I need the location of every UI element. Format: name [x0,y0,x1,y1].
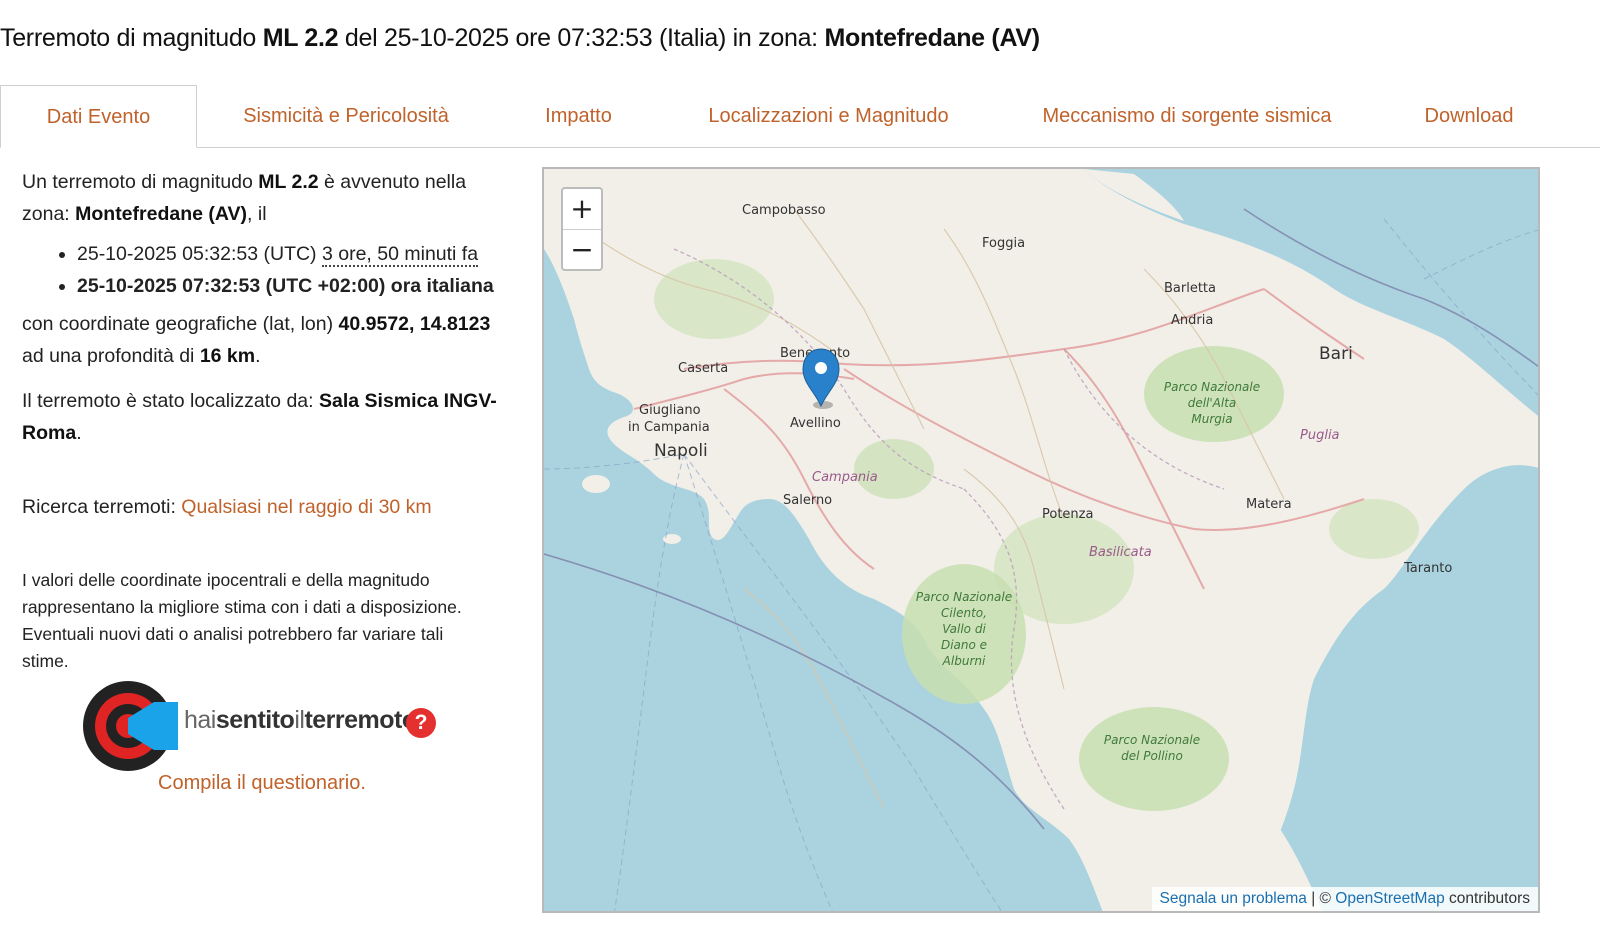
event-located-by: Il terremoto è stato localizzato da: Sal… [22,390,497,444]
label-campania: Campania [812,470,878,485]
hsit-logo-icon [83,681,178,771]
label-caserta: Caserta [678,361,728,376]
label-park-cilento-3: Vallo di [942,622,986,636]
hsit-wordmark: haisentitoilterremoto [184,706,417,734]
label-basilicata: Basilicata [1089,545,1152,560]
label-avellino: Avellino [790,416,841,431]
title-zone: Montefredane (AV) [824,24,1040,52]
map-attribution: Segnala un problema | © OpenStreetMap co… [1151,887,1538,911]
tab-impatto[interactable]: Impatto [497,85,660,147]
label-park-alta-murgia-1: Parco Nazionale [1164,380,1260,394]
label-park-alta-murgia-2: dell'Alta [1188,396,1237,410]
tab-sismicita-pericolosita[interactable]: Sismicità e Pericolosità [196,85,496,147]
label-park-cilento-4: Diano e [941,638,987,652]
label-in-campania: in Campania [628,420,710,435]
label-matera: Matera [1246,497,1292,512]
label-potenza: Potenza [1042,507,1093,522]
label-andria: Andria [1171,313,1213,328]
search-radius-link[interactable]: Qualsiasi nel raggio di 30 km [181,496,431,518]
event-map[interactable]: Campobasso Foggia Barletta Andria Bari B… [542,167,1540,913]
page-title: Terremoto di magnitudo ML 2.2 del 25-10-… [0,24,1040,52]
zoom-control: + − [561,187,603,271]
event-summary: Un terremoto di magnitudo ML 2.2 è avven… [22,171,467,225]
zoom-out-button[interactable]: − [563,229,601,270]
report-problem-link[interactable]: Segnala un problema [1160,890,1307,907]
question-mark-icon: ? [406,708,436,738]
tab-localizzazioni-magnitudo[interactable]: Localizzazioni e Magnitudo [661,85,996,147]
time-ago: 3 ore, 50 minuti fa [321,243,479,267]
park-puglia-south [1329,499,1419,559]
label-park-cilento-5: Alburni [942,654,986,668]
map-tiles: Campobasso Foggia Barletta Andria Bari B… [544,169,1538,911]
label-foggia: Foggia [982,236,1025,251]
label-puglia: Puglia [1300,428,1340,443]
park-campania-inland [854,439,934,499]
label-campobasso: Campobasso [742,203,826,218]
questionnaire-link[interactable]: Compila il questionario. [22,772,502,795]
event-coordinates: con coordinate geografiche (lat, lon) 40… [22,313,491,367]
hai-sentito-logo[interactable]: haisentitoilterremoto ? [82,680,442,772]
label-park-cilento-2: Cilento, [941,606,987,620]
label-park-alta-murgia-3: Murgia [1191,412,1232,426]
park-appennino-lucano [994,514,1134,624]
label-napoli: Napoli [654,441,708,461]
event-times: 25-10-2025 05:32:53 (UTC) 3 ore, 50 minu… [22,238,502,302]
tab-bar: Dati Evento Sismicità e Pericolosità Imp… [0,85,1600,148]
disclaimer: I valori delle coordinate ipocentrali e … [22,570,462,671]
tab-meccanismo-sorgente[interactable]: Meccanismo di sorgente sismica [997,85,1377,147]
park-matese [654,259,774,339]
label-park-pollino-2: del Pollino [1121,749,1183,763]
label-park-cilento-1: Parco Nazionale [916,590,1012,604]
search-earthquakes: Ricerca terremoti: Qualsiasi nel raggio … [22,496,432,518]
island-ischia [582,475,610,493]
label-giugliano: Giugliano [639,403,701,418]
zoom-in-button[interactable]: + [563,189,601,229]
tab-download[interactable]: Download [1378,85,1560,147]
label-park-pollino-1: Parco Nazionale [1104,733,1200,747]
utc-time: 25-10-2025 05:32:53 (UTC) 3 ore, 50 minu… [77,238,502,270]
event-details: Un terremoto di magnitudo ML 2.2 è avven… [22,166,502,675]
local-time: 25-10-2025 07:32:53 (UTC +02:00) ora ita… [77,270,502,302]
title-magnitude: ML 2.2 [262,24,339,52]
osm-link[interactable]: OpenStreetMap [1335,890,1444,907]
label-bari: Bari [1319,344,1353,364]
label-taranto: Taranto [1403,561,1452,576]
label-salerno: Salerno [783,493,832,508]
tab-dati-evento[interactable]: Dati Evento [0,85,197,148]
label-barletta: Barletta [1164,281,1216,296]
